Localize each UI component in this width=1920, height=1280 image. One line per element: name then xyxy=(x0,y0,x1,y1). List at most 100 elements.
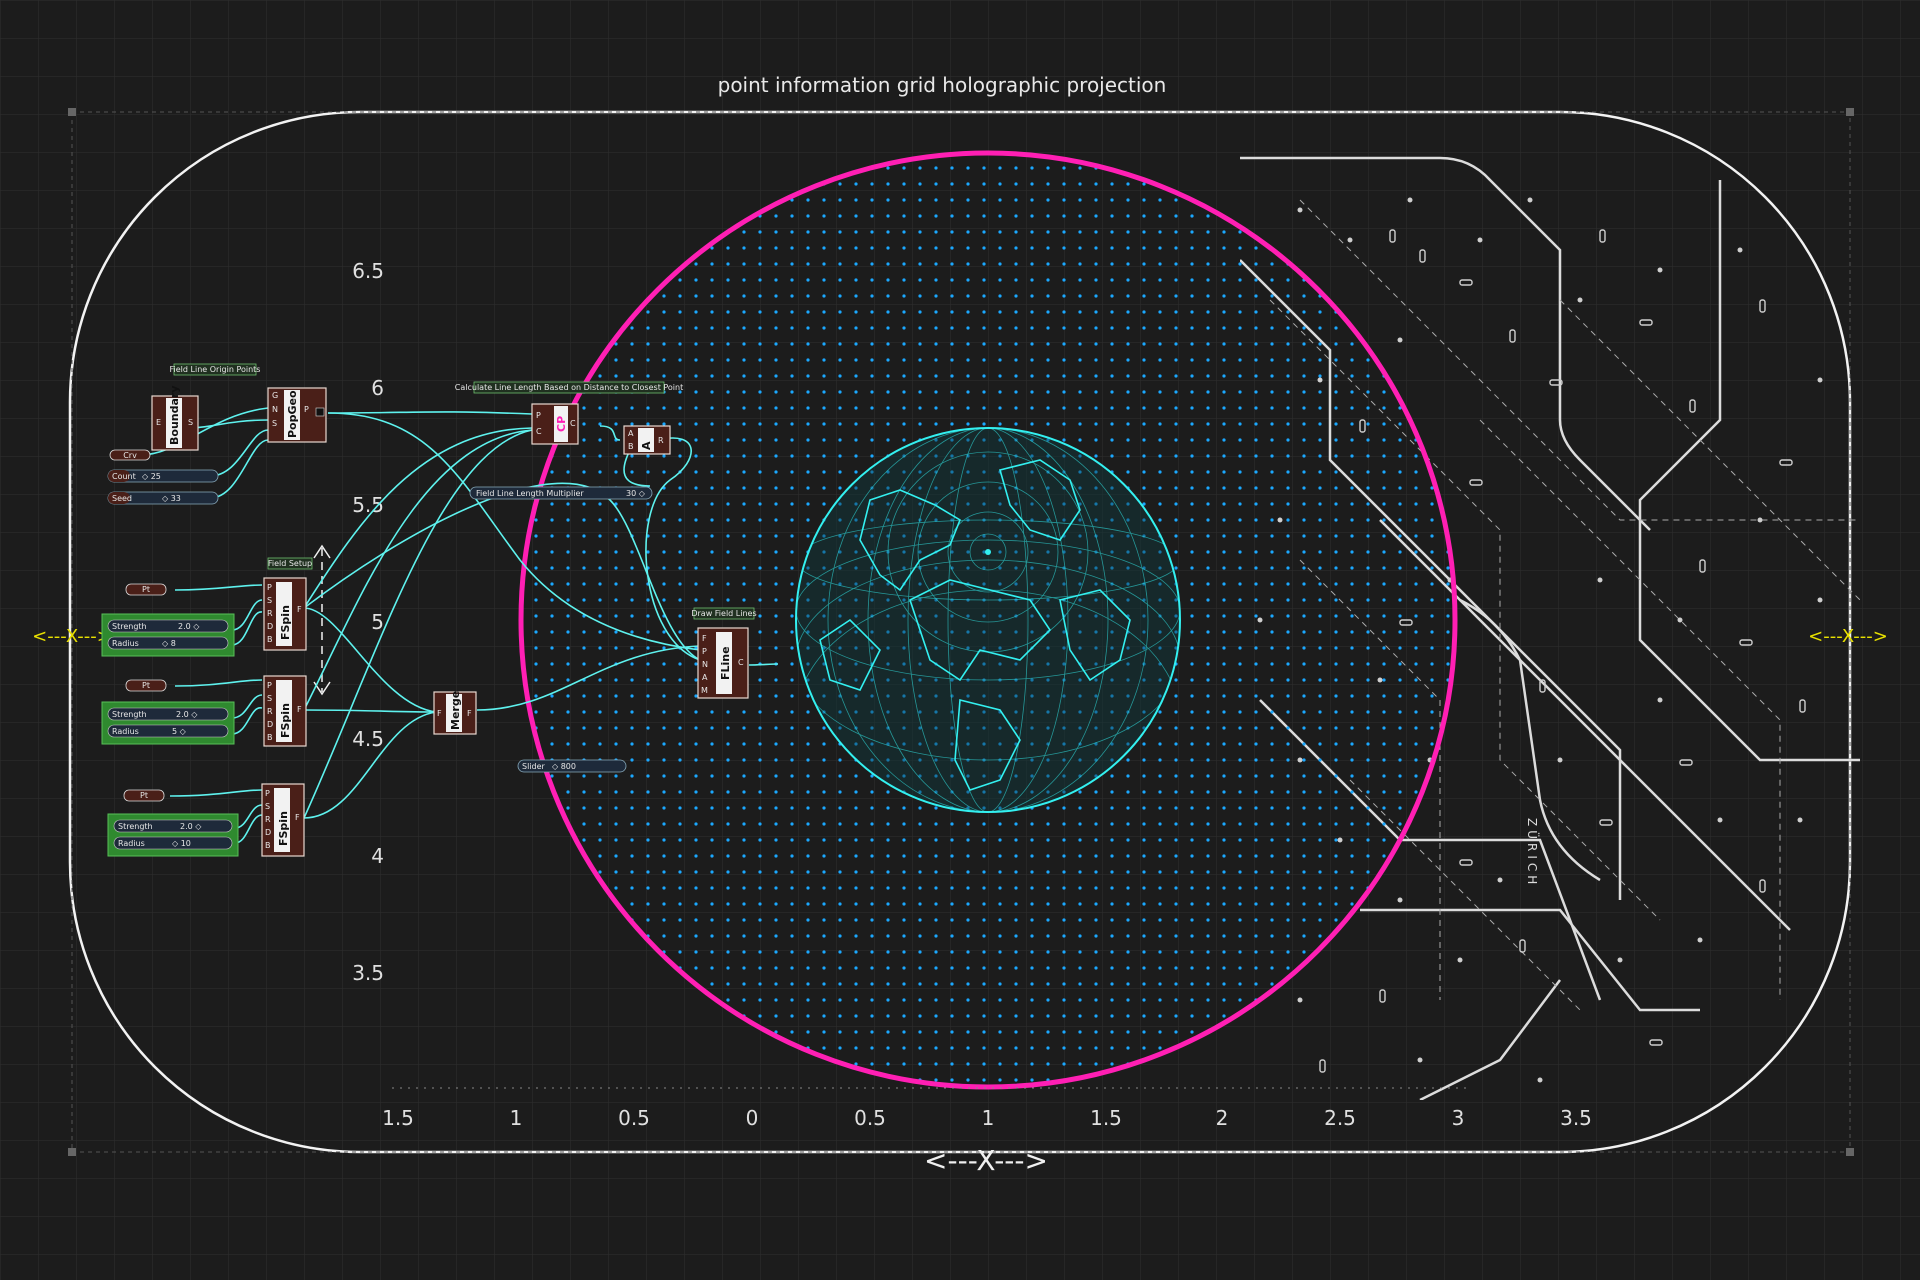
port-label: D xyxy=(267,720,273,729)
param-crv[interactable]: Crv xyxy=(109,449,151,461)
x-tick-label: 1.5 xyxy=(382,1106,414,1130)
param-seed-label: Seed xyxy=(112,494,132,503)
slider-label: Strength xyxy=(112,710,147,719)
param-count-label: Count xyxy=(112,472,136,481)
port-label: A xyxy=(702,673,708,682)
param-pt-3[interactable]: Pt xyxy=(123,789,165,802)
param-pt-label: Pt xyxy=(142,585,150,594)
group-label-origin: Field Line Origin Points xyxy=(170,365,261,374)
y-tick-label: 5 xyxy=(371,610,384,634)
port-label: C xyxy=(536,427,542,436)
port-label: F xyxy=(297,605,302,614)
param-slider[interactable]: Slider ◇ 800 xyxy=(517,759,627,773)
node-fspin-3[interactable]: FSpin P S R D B F xyxy=(261,783,305,857)
node-name: Merge xyxy=(449,691,462,730)
port-label: F xyxy=(297,705,302,714)
node-fspin-1[interactable]: FSpin P S R D B F xyxy=(263,577,307,651)
param-multiplier[interactable]: Field Line Length Multiplier 30 ◇ xyxy=(469,486,653,500)
node-fline[interactable]: FLine F P N A M C xyxy=(697,627,749,699)
port-label: C xyxy=(738,658,744,667)
axis-marker-right: <---X---> xyxy=(1808,626,1888,647)
group-label-draw: Draw Field Lines xyxy=(691,609,756,618)
slider-label: Radius xyxy=(118,839,145,848)
diagram-title: point information grid holographic proje… xyxy=(718,73,1167,97)
port-label: N xyxy=(272,405,278,414)
param-count[interactable]: Count ◇ 25 xyxy=(107,469,219,483)
port-label: P xyxy=(702,647,707,656)
map-label-zurich: ZÜRICH xyxy=(1525,818,1541,888)
port-label: F xyxy=(702,634,707,643)
port-label: R xyxy=(265,815,271,824)
node-popgeo[interactable]: PopGeo G N S P xyxy=(267,387,327,443)
slider-value: 5 ◇ xyxy=(172,727,187,736)
node-merge[interactable]: Merge F F xyxy=(433,691,477,735)
slider-group-2[interactable]: Strength 2.0 ◇ Radius 5 ◇ xyxy=(101,701,235,745)
y-tick-label: 4.5 xyxy=(352,727,384,751)
param-pt-label: Pt xyxy=(142,681,150,690)
x-tick-label: 2 xyxy=(1216,1106,1229,1130)
node-name: FLine xyxy=(719,646,732,680)
x-tick-label: 1.5 xyxy=(1090,1106,1122,1130)
param-slider-label: Slider xyxy=(522,762,546,771)
port-label: P xyxy=(304,405,309,414)
x-tick-label: 2.5 xyxy=(1324,1106,1356,1130)
node-cp[interactable]: CP P C C xyxy=(531,403,579,445)
param-multiplier-value: 30 ◇ xyxy=(626,489,646,498)
y-tick-label: 3.5 xyxy=(352,961,384,985)
port-label: R xyxy=(658,436,664,445)
port-label: F xyxy=(467,709,472,718)
param-crv-label: Crv xyxy=(123,451,137,460)
slider-group-3[interactable]: Strength 2.0 ◇ Radius ◇ 10 xyxy=(107,813,239,857)
group-label-field-setup: Field Setup xyxy=(268,559,312,568)
node-name: FSpin xyxy=(279,605,292,640)
group-label-calc: Calculate Line Length Based on Distance … xyxy=(455,383,683,392)
port-label: S xyxy=(265,802,270,811)
port-label: R xyxy=(267,707,273,716)
port-label: P xyxy=(265,789,270,798)
port-label: B xyxy=(628,442,634,451)
port-label: R xyxy=(267,609,273,618)
node-name: FSpin xyxy=(279,703,292,738)
port-label: S xyxy=(272,419,277,428)
x-tick-label: 1 xyxy=(982,1106,995,1130)
param-pt-2[interactable]: Pt xyxy=(125,679,167,692)
port-label: E xyxy=(156,418,161,427)
x-tick-label: 3 xyxy=(1452,1106,1465,1130)
slider-label: Radius xyxy=(112,639,139,648)
node-name: PopGeo xyxy=(286,390,299,438)
node-name: CP xyxy=(555,416,568,432)
slider-label: Strength xyxy=(118,822,153,831)
port-label: S xyxy=(267,694,272,703)
x-tick-label: 3.5 xyxy=(1560,1106,1592,1130)
y-tick-label: 6 xyxy=(371,376,384,400)
param-pt-1[interactable]: Pt xyxy=(125,583,167,596)
node-fspin-2[interactable]: FSpin P S R D B F xyxy=(263,675,307,747)
port-label: F xyxy=(437,709,442,718)
port-label: P xyxy=(267,583,272,592)
param-count-value: ◇ 25 xyxy=(142,472,161,481)
port-label: C xyxy=(570,419,576,428)
axis-marker-left: <---X---> xyxy=(32,626,112,647)
slider-value: 2.0 ◇ xyxy=(180,822,202,831)
param-multiplier-label: Field Line Length Multiplier xyxy=(476,489,584,498)
param-pt-label: Pt xyxy=(140,791,148,800)
x-tick-label: 0.5 xyxy=(618,1106,650,1130)
port-label: S xyxy=(188,418,193,427)
diagram-canvas: point information grid holographic proje… xyxy=(0,0,1920,1280)
port-label: M xyxy=(701,686,708,695)
axis-marker-bottom: <---X---> xyxy=(924,1144,1048,1177)
port-label: D xyxy=(265,828,271,837)
slider-value: ◇ 10 xyxy=(172,839,191,848)
x-tick-label: 0.5 xyxy=(854,1106,886,1130)
param-seed[interactable]: Seed ◇ 33 xyxy=(107,491,219,505)
slider-group-1[interactable]: Strength 2.0 ◇ Radius ◇ 8 xyxy=(101,613,235,657)
slider-label: Radius xyxy=(112,727,139,736)
node-area[interactable]: A A B R xyxy=(623,425,671,455)
port-label: S xyxy=(267,596,272,605)
port-label: B xyxy=(265,841,271,850)
slider-value: ◇ 8 xyxy=(162,639,176,648)
x-tick-label: 0 xyxy=(746,1106,759,1130)
node-name: Boundary xyxy=(168,386,181,446)
node-name: FSpin xyxy=(277,811,290,846)
port-label: P xyxy=(536,411,541,420)
